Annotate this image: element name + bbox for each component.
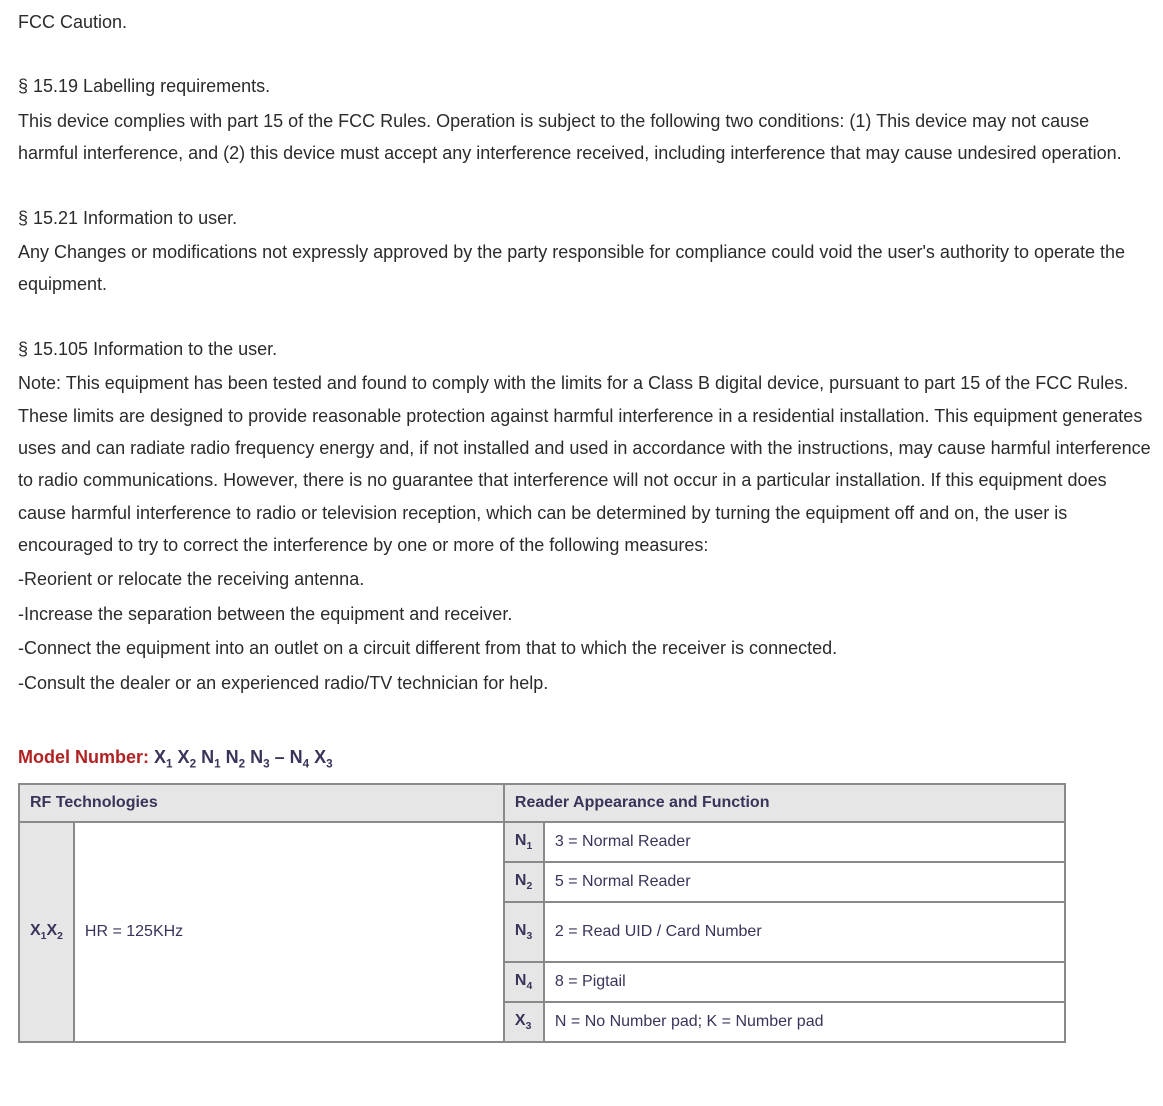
cell-key: N4	[504, 962, 544, 1002]
cell-key: X3	[504, 1002, 544, 1042]
cell-hr-value: HR = 125KHz	[74, 822, 504, 1042]
section-1519-title: § 15.19 Labelling requirements.	[18, 70, 1151, 102]
measure-3: -Connect the equipment into an outlet on…	[18, 632, 1151, 664]
cell-key: N2	[504, 862, 544, 902]
spacer	[18, 303, 1151, 333]
rf-technologies-table: RF Technologies Reader Appearance and Fu…	[18, 783, 1066, 1043]
spacer	[18, 172, 1151, 202]
section-1521-title: § 15.21 Information to user.	[18, 202, 1151, 234]
cell-value: 2 = Read UID / Card Number	[544, 902, 1065, 962]
spacer	[18, 40, 1151, 70]
model-number-value: X1 X2 N1 N2 N3 – N4 X3	[154, 747, 333, 767]
cell-key: N3	[504, 902, 544, 962]
cell-value: 3 = Normal Reader	[544, 822, 1065, 862]
header-rf-technologies: RF Technologies	[19, 784, 504, 823]
cell-key: N1	[504, 822, 544, 862]
section-15105-body: Note: This equipment has been tested and…	[18, 367, 1151, 561]
cell-value: 8 = Pigtail	[544, 962, 1065, 1002]
header-reader-appearance: Reader Appearance and Function	[504, 784, 1065, 823]
section-1521-body: Any Changes or modifications not express…	[18, 236, 1151, 301]
model-number-line: Model Number: X1 X2 N1 N2 N3 – N4 X3	[18, 741, 1151, 775]
measure-2: -Increase the separation between the equ…	[18, 598, 1151, 630]
cell-value: 5 = Normal Reader	[544, 862, 1065, 902]
model-number-label: Model Number:	[18, 747, 154, 767]
cell-x1x2: X1X2	[19, 822, 74, 1042]
cell-value: N = No Number pad; K = Number pad	[544, 1002, 1065, 1042]
fcc-caution-line: FCC Caution.	[18, 6, 1151, 38]
table-row: X1X2HR = 125KHzN13 = Normal Reader	[19, 822, 1065, 862]
section-1519-body: This device complies with part 15 of the…	[18, 105, 1151, 170]
measure-4: -Consult the dealer or an experienced ra…	[18, 667, 1151, 699]
measure-1: -Reorient or relocate the receiving ante…	[18, 563, 1151, 595]
section-15105-title: § 15.105 Information to the user.	[18, 333, 1151, 365]
table-header-row: RF Technologies Reader Appearance and Fu…	[19, 784, 1065, 823]
